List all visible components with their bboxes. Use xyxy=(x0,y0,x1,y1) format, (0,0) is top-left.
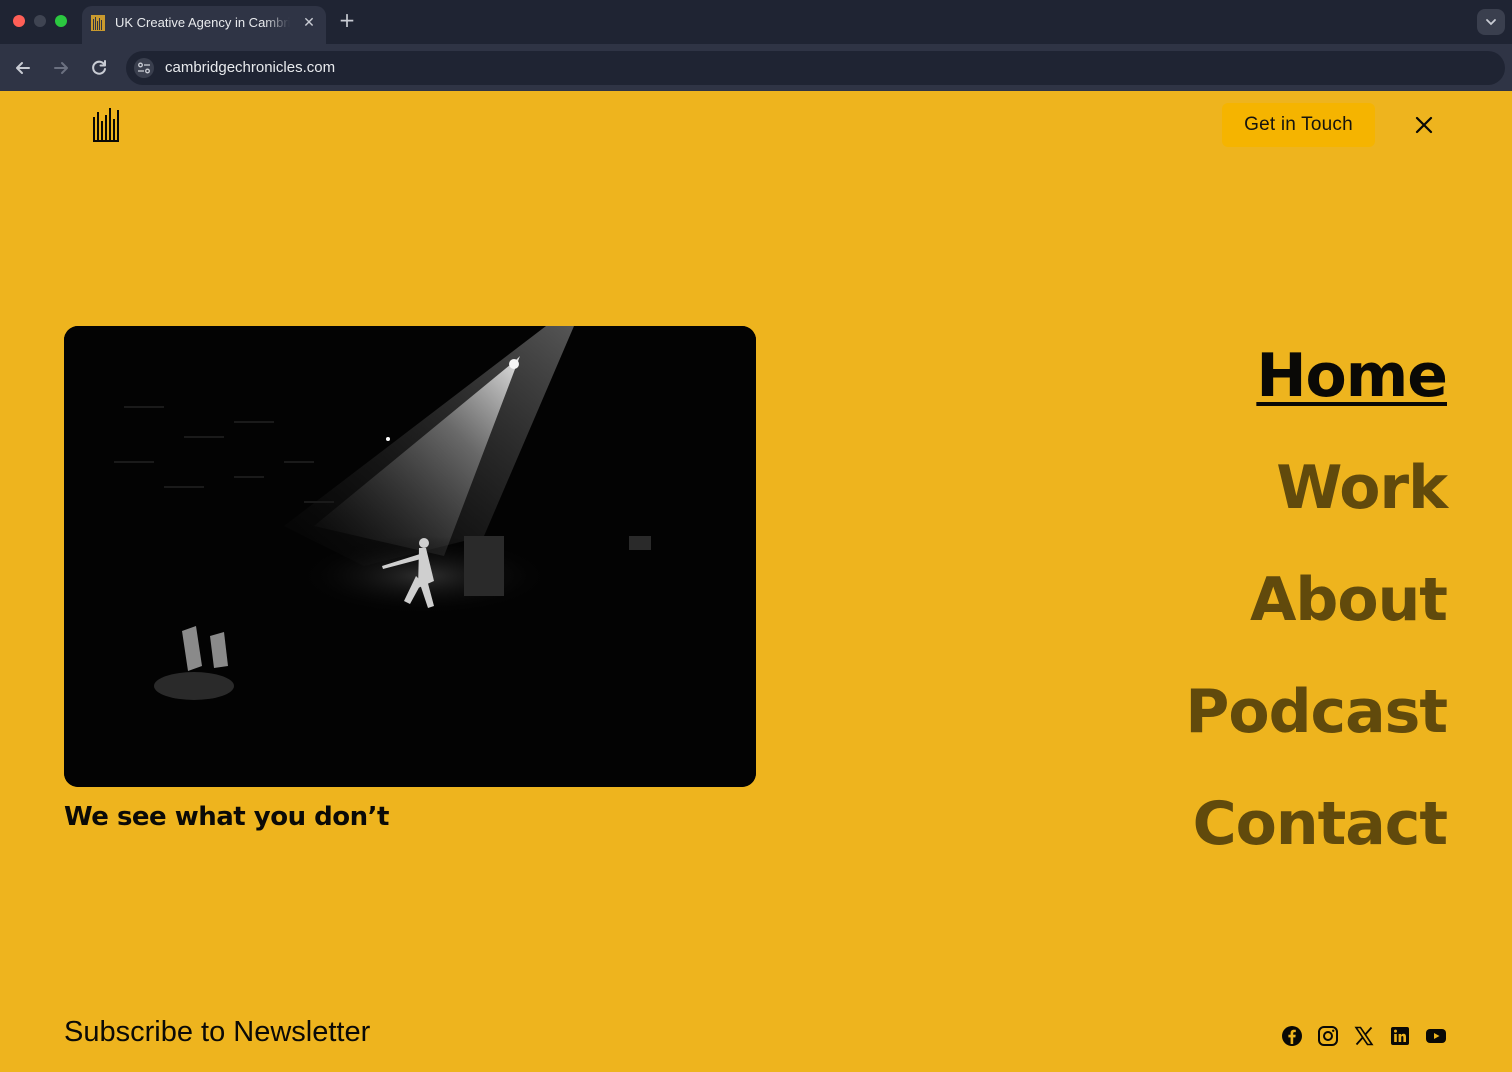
x-icon[interactable] xyxy=(1352,1024,1376,1048)
main-menu: Home Work About Podcast Contact xyxy=(947,320,1448,880)
youtube-icon[interactable] xyxy=(1424,1024,1448,1048)
maximize-window-button[interactable] xyxy=(55,15,67,27)
tab-bar: UK Creative Agency in Cambridge ✕ + xyxy=(0,0,1512,44)
menu-item-label: Contact xyxy=(1192,789,1448,859)
reload-icon[interactable] xyxy=(87,56,111,80)
menu-item-podcast[interactable]: Podcast xyxy=(947,656,1448,768)
newsletter-link[interactable]: Subscribe to Newsletter xyxy=(64,1016,370,1049)
menu-item-label: Work xyxy=(1276,453,1448,523)
menu-item-home[interactable]: Home xyxy=(947,320,1448,432)
back-icon[interactable] xyxy=(11,56,35,80)
browser-chrome: UK Creative Agency in Cambridge ✕ + xyxy=(0,0,1512,91)
minimize-window-button[interactable] xyxy=(34,15,46,27)
chevron-down-icon xyxy=(1486,19,1496,26)
tab-close-icon[interactable]: ✕ xyxy=(300,14,318,32)
menu-item-contact[interactable]: Contact xyxy=(947,768,1448,880)
menu-item-label: About xyxy=(1249,565,1448,635)
get-in-touch-button[interactable]: Get in Touch xyxy=(1222,103,1375,147)
tab-list-button[interactable] xyxy=(1477,9,1505,35)
instagram-icon[interactable] xyxy=(1316,1024,1340,1048)
tab-title: UK Creative Agency in Cambridge xyxy=(115,15,290,30)
menu-item-label: Home xyxy=(1256,341,1448,411)
linkedin-icon[interactable] xyxy=(1388,1024,1412,1048)
hero-tagline: We see what you don’t xyxy=(64,802,389,832)
facebook-icon[interactable] xyxy=(1280,1024,1304,1048)
social-links xyxy=(1280,1024,1450,1048)
forward-icon[interactable] xyxy=(49,56,73,80)
new-tab-icon[interactable]: + xyxy=(336,9,358,31)
browser-toolbar: cambridgechronicles.com xyxy=(0,44,1512,91)
address-bar[interactable]: cambridgechronicles.com xyxy=(126,51,1505,85)
site-settings-icon[interactable] xyxy=(134,58,154,78)
close-window-button[interactable] xyxy=(13,15,25,27)
close-icon[interactable] xyxy=(1411,112,1437,138)
browser-tab[interactable]: UK Creative Agency in Cambridge ✕ xyxy=(82,6,326,44)
menu-item-work[interactable]: Work xyxy=(947,432,1448,544)
menu-item-label: Podcast xyxy=(1185,677,1448,747)
logo-icon[interactable] xyxy=(93,108,121,142)
hero-image xyxy=(64,326,756,787)
favicon-icon xyxy=(91,15,105,31)
url-text: cambridgechronicles.com xyxy=(165,59,336,76)
menu-item-about[interactable]: About xyxy=(947,544,1448,656)
